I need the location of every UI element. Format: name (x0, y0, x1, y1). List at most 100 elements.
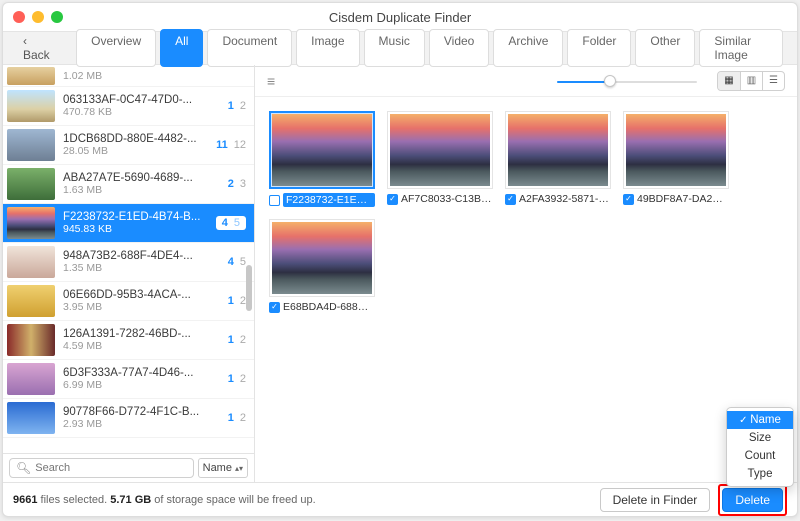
scrollbar-thumb[interactable] (246, 265, 252, 311)
tab-music[interactable]: Music (364, 29, 425, 67)
duplicate-card[interactable]: ✓E68BDA4D-688C-... (269, 219, 375, 313)
tab-other[interactable]: Other (635, 29, 695, 67)
card-image (505, 111, 611, 189)
card-checkbox[interactable]: ✓ (505, 194, 516, 205)
duplicate-card[interactable]: ✓49BDF8A7-DA2A-... (623, 111, 729, 207)
card-image (623, 111, 729, 189)
sort-option-name[interactable]: Name (727, 411, 793, 429)
sort-dropdown[interactable]: Name ▴▾ (198, 458, 248, 478)
tab-similar-image[interactable]: Similar Image (699, 29, 783, 67)
group-name: 1DCB68DD-880E-4482-... (63, 133, 216, 145)
tab-video[interactable]: Video (429, 29, 489, 67)
group-row[interactable]: 063133AF-0C47-47D0-...470.78 KB12 (3, 87, 254, 126)
group-size: 1.63 MB (63, 184, 228, 196)
group-size: 1.02 MB (63, 70, 246, 82)
search-input-wrapper[interactable]: 🔍︎ (9, 458, 194, 478)
sort-option-type[interactable]: Type (727, 465, 793, 482)
category-tabs: OverviewAllDocumentImageMusicVideoArchiv… (76, 29, 783, 67)
search-input[interactable] (35, 462, 186, 474)
delete-in-finder-button[interactable]: Delete in Finder (600, 488, 711, 512)
duplicate-card[interactable]: ✓A2FA3932-5871-4... (505, 111, 611, 207)
group-thumbnail (7, 285, 55, 317)
group-counts: 12 (228, 373, 246, 385)
status-footer: 9661 files selected. 5.71 GB of storage … (3, 482, 797, 516)
group-size: 945.83 KB (63, 223, 216, 235)
tab-folder[interactable]: Folder (567, 29, 631, 67)
group-thumbnail (7, 324, 55, 356)
card-filename: E68BDA4D-688C-... (283, 301, 375, 313)
thumbnail-size-slider[interactable] (557, 79, 697, 83)
view-grid-button[interactable]: ▦ (718, 72, 740, 90)
group-row[interactable]: 06E66DD-95B3-4ACA-...3.95 MB12 (3, 282, 254, 321)
group-row[interactable]: 90778F66-D772-4F1C-B...2.93 MB12 (3, 399, 254, 438)
delete-button[interactable]: Delete (722, 488, 783, 512)
titlebar: Cisdem Duplicate Finder (3, 3, 797, 31)
view-columns-button[interactable]: ▥ (740, 72, 762, 90)
group-row[interactable]: 1DCB68DD-880E-4482-...28.05 MB1112 (3, 126, 254, 165)
tab-image[interactable]: Image (296, 29, 359, 67)
group-row[interactable]: 6D3F333A-77A7-4D46-...6.99 MB12 (3, 360, 254, 399)
tab-archive[interactable]: Archive (493, 29, 563, 67)
group-size: 2.93 MB (63, 418, 228, 430)
group-size: 3.95 MB (63, 301, 228, 313)
group-name: F2238732-E1ED-4B74-B... (63, 211, 216, 223)
group-counts: 12 (228, 412, 246, 424)
group-counts: 45 (216, 216, 246, 230)
group-thumbnail (7, 168, 55, 200)
detail-header: ≡ ▦ ▥ ☰ (255, 65, 797, 97)
group-thumbnail (7, 363, 55, 395)
group-thumbnail (7, 67, 55, 85)
group-thumbnail (7, 402, 55, 434)
search-row: 🔍︎ Name ▴▾ (3, 453, 254, 482)
group-size: 4.59 MB (63, 340, 228, 352)
group-name: ABA27A7E-5690-4689-... (63, 172, 228, 184)
group-thumbnail (7, 129, 55, 161)
sort-option-size[interactable]: Size (727, 429, 793, 447)
group-name: 126A1391-7282-46BD-... (63, 328, 228, 340)
view-list-button[interactable]: ☰ (762, 72, 784, 90)
duplicate-card[interactable]: ✓AF7C8033-C13B-4... (387, 111, 493, 207)
sort-option-count[interactable]: Count (727, 447, 793, 465)
duplicate-groups-sidebar: 1.02 MB 063133AF-0C47-47D0-...470.78 KB12… (3, 65, 255, 482)
group-size: 1.35 MB (63, 262, 228, 274)
chevron-updown-icon: ▴▾ (235, 464, 243, 473)
card-checkbox[interactable]: ✓ (269, 302, 280, 313)
group-size: 28.05 MB (63, 145, 216, 157)
list-mode-icon[interactable]: ≡ (267, 73, 275, 89)
group-row[interactable]: 1.02 MB (3, 65, 254, 87)
status-text: 9661 files selected. 5.71 GB of storage … (13, 494, 316, 506)
app-window: Cisdem Duplicate Finder ‹ Back OverviewA… (2, 2, 798, 517)
card-filename: A2FA3932-5871-4... (519, 193, 611, 205)
group-row[interactable]: 948A73B2-688F-4DE4-...1.35 MB45 (3, 243, 254, 282)
delete-highlight-annotation: Delete (718, 484, 787, 516)
group-size: 6.99 MB (63, 379, 228, 391)
duplicate-card[interactable]: F2238732-E1ED-4... (269, 111, 375, 207)
group-thumbnail (7, 246, 55, 278)
view-mode-segmented: ▦ ▥ ☰ (717, 71, 785, 91)
group-row[interactable]: ABA27A7E-5690-4689-...1.63 MB23 (3, 165, 254, 204)
group-thumbnail (7, 207, 55, 239)
tab-all[interactable]: All (160, 29, 203, 67)
tab-overview[interactable]: Overview (76, 29, 156, 67)
chevron-left-icon: ‹ (23, 34, 27, 48)
detail-pane: ≡ ▦ ▥ ☰ F2238732-E1ED-4...✓AF7C8033-C13B… (255, 65, 797, 482)
card-image (387, 111, 493, 189)
group-size: 470.78 KB (63, 106, 228, 118)
card-checkbox[interactable]: ✓ (623, 194, 634, 205)
group-counts: 23 (228, 178, 246, 190)
card-checkbox[interactable]: ✓ (387, 194, 398, 205)
group-row[interactable]: F2238732-E1ED-4B74-B...945.83 KB45 (3, 204, 254, 243)
card-filename: AF7C8033-C13B-4... (401, 193, 493, 205)
sort-popover: NameSizeCountType (726, 407, 794, 482)
tab-document[interactable]: Document (207, 29, 292, 67)
group-counts: 45 (228, 256, 246, 268)
card-image (269, 111, 375, 189)
duplicate-grid: F2238732-E1ED-4...✓AF7C8033-C13B-4...✓A2… (255, 97, 797, 482)
group-row[interactable]: 126A1391-7282-46BD-...4.59 MB12 (3, 321, 254, 360)
group-counts: 12 (228, 295, 246, 307)
card-checkbox[interactable] (269, 195, 280, 206)
toolbar: ‹ Back OverviewAllDocumentImageMusicVide… (3, 31, 797, 65)
search-icon: 🔍︎ (16, 461, 31, 475)
back-button[interactable]: ‹ Back (13, 31, 66, 65)
window-title: Cisdem Duplicate Finder (3, 10, 797, 25)
